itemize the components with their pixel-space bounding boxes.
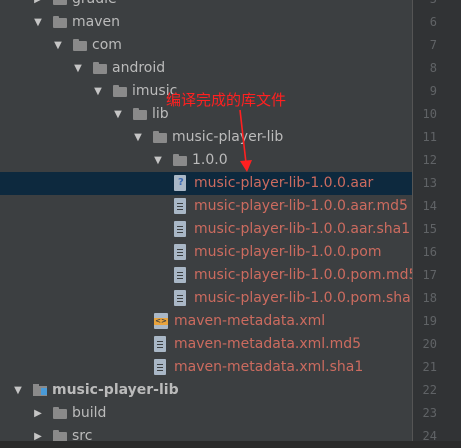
unknown-file-icon: ? (174, 175, 186, 191)
tree-row-label: music-player-lib-1.0.0.aar.md5 (194, 198, 408, 214)
text-file-icon (154, 359, 166, 375)
tree-row[interactable]: music-player-lib-1.0.0.aar.sha1 (0, 218, 412, 241)
line-number: 11 (422, 130, 437, 144)
line-number-gutter: 5 6 7 8 9 10 11 12 13 14 15 16 17 18 19 20 21 22 23 24 (412, 0, 461, 443)
line-number: 14 (422, 199, 437, 213)
tree-row[interactable]: maven-metadata.xml.md5 (0, 333, 412, 356)
line-number: 16 (422, 245, 437, 259)
tree-row-label: music-player-lib-1.0.0.pom (194, 244, 382, 260)
tree-row-label: music-player-lib-1.0.0.aar.sha1 (194, 221, 411, 237)
line-number: 12 (422, 153, 437, 167)
tree-row-label: maven-metadata.xml.sha1 (174, 359, 364, 375)
tree-row-label: maven (72, 14, 120, 30)
collapse-arrow-icon[interactable]: ▶ (32, 425, 44, 441)
tree-row[interactable]: ▼ com (0, 34, 412, 57)
tree-row-label: build (72, 405, 107, 421)
line-number: 18 (422, 291, 437, 305)
tree-row[interactable]: music-player-lib-1.0.0.aar.md5 (0, 195, 412, 218)
annotation-label: 编译完成的库文件 (166, 91, 287, 109)
line-number: 7 (429, 38, 437, 52)
line-number: 22 (422, 383, 437, 397)
tree-row[interactable]: ▶ gradle (0, 0, 412, 11)
expand-arrow-icon[interactable]: ▼ (132, 126, 144, 149)
tree-row-label: gradle (72, 0, 117, 11)
text-file-icon (174, 198, 186, 214)
tree-row-label: music-player-lib (52, 382, 179, 398)
tree-row-label: 1.0.0 (192, 152, 228, 168)
tree-row[interactable]: ▼ maven (0, 11, 412, 34)
tree-row[interactable]: ▶ build (0, 402, 412, 425)
folder-icon (72, 38, 88, 52)
tree-row[interactable]: maven-metadata.xml.sha1 (0, 356, 412, 379)
text-file-icon (174, 221, 186, 237)
tree-row[interactable]: music-player-lib-1.0.0.pom (0, 241, 412, 264)
tree-row[interactable]: ▼ music-player-lib (0, 379, 412, 402)
folder-icon (52, 15, 68, 29)
expand-arrow-icon[interactable]: ▼ (52, 34, 64, 57)
folder-icon (152, 130, 168, 144)
tree-row[interactable]: music-player-lib-1.0.0.pom.sha1 (0, 287, 412, 310)
line-number: 8 (429, 61, 437, 75)
module-folder-icon (32, 383, 48, 397)
expand-arrow-icon[interactable]: ▼ (92, 80, 104, 103)
line-number: 21 (422, 360, 437, 374)
collapse-arrow-icon[interactable]: ▶ (32, 402, 44, 425)
line-number: 6 (429, 15, 437, 29)
line-number: 20 (422, 337, 437, 351)
expand-arrow-icon[interactable]: ▼ (72, 57, 84, 80)
folder-icon (52, 406, 68, 420)
folder-icon (132, 107, 148, 121)
xml-file-icon: <> (154, 313, 168, 329)
tree-row[interactable]: ▼ music-player-lib (0, 126, 412, 149)
tree-row[interactable]: ▼ android (0, 57, 412, 80)
folder-icon (172, 153, 188, 167)
folder-icon (92, 61, 108, 75)
expand-arrow-icon[interactable]: ▼ (32, 11, 44, 34)
tree-row-label: android (112, 60, 166, 76)
line-number: 23 (422, 406, 437, 420)
tree-row[interactable]: music-player-lib-1.0.0.pom.md5 (0, 264, 412, 287)
text-file-icon (174, 267, 186, 283)
line-number: 10 (422, 107, 437, 121)
collapse-arrow-icon[interactable]: ▶ (32, 0, 44, 11)
tree-row-label: music-player-lib-1.0.0.aar (194, 175, 374, 191)
tree-row[interactable]: ▶ src (0, 425, 412, 441)
tree-row[interactable]: ? music-player-lib-1.0.0.aar (0, 172, 412, 195)
line-number: 19 (422, 314, 437, 328)
folder-icon (112, 84, 128, 98)
text-file-icon (174, 244, 186, 260)
text-file-icon (154, 336, 166, 352)
tree-row-label: music-player-lib (172, 129, 284, 145)
folder-icon (52, 429, 68, 441)
expand-arrow-icon[interactable]: ▼ (12, 379, 24, 402)
tree-row-label: maven-metadata.xml (174, 313, 326, 329)
expand-arrow-icon[interactable]: ▼ (112, 103, 124, 126)
expand-arrow-icon[interactable]: ▼ (152, 149, 164, 172)
line-number: 24 (422, 429, 437, 443)
project-tree-panel: ▶gradle▼maven▼com▼android▼imusic▼lib▼mus… (0, 0, 412, 441)
tree-row[interactable]: <> maven-metadata.xml (0, 310, 412, 333)
line-number: 15 (422, 222, 437, 236)
folder-icon (52, 0, 68, 6)
tree-row-label: com (92, 37, 122, 53)
line-number: 5 (413, 0, 437, 11)
line-number: 13 (422, 176, 437, 190)
line-number: 9 (429, 84, 437, 98)
tree-row-label: music-player-lib-1.0.0.pom.sha1 (194, 290, 412, 306)
tree-row[interactable]: ▼ 1.0.0 (0, 149, 412, 172)
line-number: 17 (422, 268, 437, 282)
tree-row-label: music-player-lib-1.0.0.pom.md5 (194, 267, 412, 283)
tree-row-label: maven-metadata.xml.md5 (174, 336, 362, 352)
tree-row-label: src (72, 428, 93, 441)
text-file-icon (174, 290, 186, 306)
